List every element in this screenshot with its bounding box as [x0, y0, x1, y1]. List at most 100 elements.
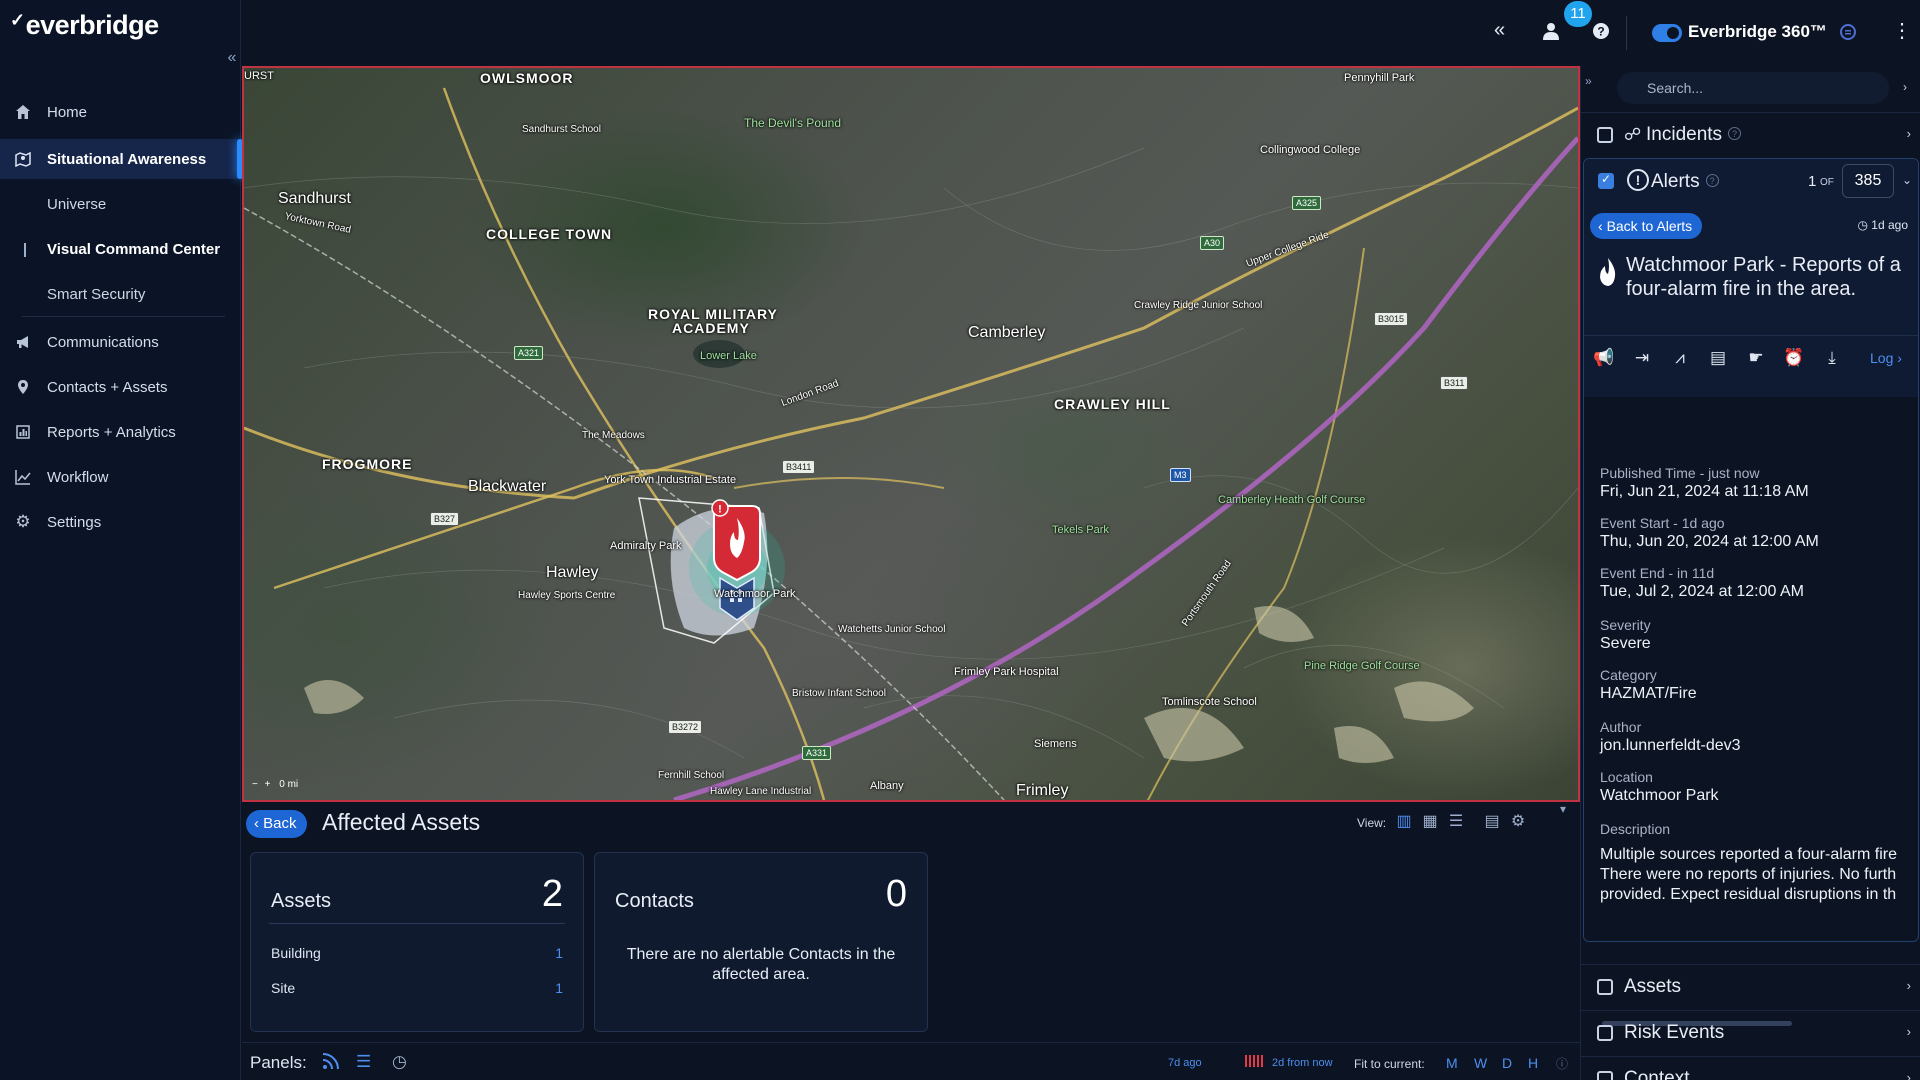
map-label: Albany — [870, 780, 904, 792]
map-label: Siemens — [1034, 738, 1077, 750]
notification-badge[interactable]: 11 — [1564, 1, 1592, 27]
field-label: Severity — [1600, 617, 1651, 633]
list-icon[interactable]: ☰ — [356, 1052, 371, 1072]
road-tag: B311 — [1440, 376, 1469, 390]
fit-week-button[interactable]: W — [1474, 1055, 1487, 1071]
expand-panel-icon[interactable]: » — [1585, 74, 1592, 88]
timeline-end: 2d from now — [1272, 1057, 1333, 1069]
map-label: Crawley Ridge Junior School — [1134, 300, 1263, 311]
risk-events-section[interactable]: Risk Events › — [1581, 1010, 1920, 1054]
assets-checkbox[interactable] — [1597, 979, 1613, 995]
chevron-right-icon[interactable]: › — [1907, 1024, 1911, 1039]
incidents-checkbox[interactable] — [1597, 127, 1613, 143]
search-input[interactable] — [1617, 72, 1889, 104]
share-icon[interactable]: ⇥ — [1630, 348, 1654, 370]
user-icon[interactable] — [1543, 22, 1559, 45]
grid-view-icon[interactable]: ▦ — [1420, 812, 1440, 832]
sidebar-subitem-smart-security[interactable]: Smart Security — [47, 286, 145, 303]
sidebar-item-home[interactable]: Home — [0, 92, 241, 132]
sidebar-item-reports-analytics[interactable]: Reports + Analytics — [0, 412, 241, 452]
collapse-panel-icon[interactable]: ▾ — [1560, 802, 1566, 816]
feed-icon[interactable] — [322, 1052, 340, 1075]
map-label: Camberley — [968, 324, 1046, 341]
map-label: Hawley — [546, 564, 599, 581]
map-label: Fernhill School — [658, 770, 725, 781]
back-button[interactable]: ‹ Back — [246, 810, 307, 838]
field-label: Location — [1600, 769, 1653, 785]
divider — [22, 316, 225, 317]
double-chevron-left-icon[interactable]: « — [1494, 19, 1505, 42]
zoom-out-icon[interactable]: − — [252, 779, 258, 790]
incidents-section[interactable]: Incidents? ☍ › — [1581, 112, 1920, 156]
asset-type-label: Building — [271, 945, 321, 961]
globe-settings-icon[interactable]: ⚙ — [1508, 812, 1528, 832]
risk-events-section-title: Risk Events — [1624, 1022, 1725, 1043]
back-to-alerts-button[interactable]: ‹ Back to Alerts — [1590, 213, 1703, 239]
collapse-sidebar-button[interactable]: « — [224, 49, 240, 67]
map-label: Bristow Infant School — [792, 688, 886, 699]
message-icon[interactable]: ▤ — [1706, 348, 1730, 370]
zoom-in-icon[interactable]: + — [265, 779, 271, 790]
log-button[interactable]: Log › — [1870, 350, 1902, 366]
sidebar-item-communications[interactable]: Communications — [0, 322, 241, 362]
panel-title: Affected Assets — [322, 809, 481, 835]
road-tag: A331 — [802, 746, 832, 760]
context-checkbox[interactable] — [1597, 1071, 1613, 1080]
hand-icon[interactable]: ☛ — [1744, 348, 1768, 370]
sidebar-item-label: Settings — [47, 513, 102, 531]
column-view-icon[interactable]: ▥ — [1394, 812, 1414, 832]
svg-text:?: ? — [1597, 25, 1604, 39]
fit-month-button[interactable]: M — [1446, 1055, 1458, 1071]
chevron-right-icon[interactable]: › — [1907, 978, 1911, 993]
sidebar-subitem-universe[interactable]: Universe — [47, 196, 106, 213]
sidebar-subitem-visual-command-center[interactable]: Visual Command Center — [47, 241, 220, 258]
risk-events-checkbox[interactable] — [1597, 1025, 1613, 1041]
fit-day-button[interactable]: D — [1502, 1055, 1512, 1071]
gear-icon: ⚙ — [15, 512, 31, 531]
map-view[interactable]: ! OWLSMOOR COLLEGE TOWN ROYAL MILITARY A… — [242, 66, 1580, 802]
chart-annotate-icon[interactable]: ⩘ — [1668, 348, 1692, 370]
chat-icon[interactable] — [1840, 24, 1856, 45]
chevron-right-icon[interactable]: › — [1907, 126, 1911, 141]
page-total[interactable]: 385 — [1842, 164, 1894, 198]
list-view-icon[interactable]: ☰ — [1446, 812, 1466, 832]
fit-hour-button[interactable]: H — [1528, 1055, 1538, 1071]
app-root: ✓everbridge « Home Situational Awareness… — [0, 0, 1920, 1080]
everbridge-360-toggle[interactable] — [1652, 24, 1682, 42]
sidebar-item-contacts-assets[interactable]: Contacts + Assets — [0, 367, 241, 407]
field-value: Thu, Jun 20, 2024 at 12:00 AM — [1600, 533, 1819, 550]
report-icon[interactable]: ▤ — [1482, 812, 1502, 832]
map-scale: 0 mi — [279, 779, 299, 790]
help-icon[interactable]: ? — [1592, 22, 1610, 45]
sidebar-item-settings[interactable]: ⚙ Settings — [0, 502, 241, 542]
timeline-marker[interactable] — [1245, 1055, 1263, 1067]
alerts-checkbox[interactable] — [1598, 172, 1614, 189]
back-to-alerts-label: Back to Alerts — [1606, 218, 1693, 234]
map-label: Collingwood College — [1260, 144, 1361, 156]
chevron-right-icon[interactable]: › — [1907, 1070, 1911, 1080]
download-icon[interactable]: ⤓ — [1820, 348, 1844, 370]
context-section[interactable]: Context › — [1581, 1056, 1920, 1080]
sidebar-item-workflow[interactable]: Workflow — [0, 457, 241, 497]
more-options-icon[interactable]: ⋮ — [1892, 18, 1912, 43]
map-label: OWLSMOOR — [480, 70, 574, 86]
asset-type-count[interactable]: 1 — [555, 980, 563, 996]
help-icon[interactable]: ⓘ — [1556, 1055, 1568, 1072]
chevron-down-icon[interactable]: ⌄ — [1902, 173, 1912, 187]
alert-age: ◷ 1d ago — [1857, 218, 1908, 232]
megaphone-icon[interactable]: 📢 — [1592, 348, 1616, 370]
map-label: The Meadows — [582, 430, 645, 441]
clock-icon[interactable]: ◷ — [392, 1052, 407, 1072]
sidebar-item-label: Contacts + Assets — [47, 378, 168, 396]
sidebar-item-label: Situational Awareness — [47, 150, 207, 168]
alarm-icon[interactable]: ⏰ — [1782, 348, 1806, 370]
assets-section[interactable]: Assets › — [1581, 964, 1920, 1008]
map-zoom-controls[interactable]: − + 0 mi — [252, 779, 298, 790]
chevron-right-icon[interactable]: › — [1903, 80, 1907, 94]
page-of: OF — [1820, 177, 1834, 188]
map-label: York Town Industrial Estate — [604, 474, 737, 486]
timeline-start: 7d ago — [1168, 1057, 1202, 1069]
map-layer: ! — [244, 87, 1578, 800]
sidebar-item-situational-awareness[interactable]: Situational Awareness — [0, 139, 243, 179]
asset-type-count[interactable]: 1 — [555, 945, 563, 961]
